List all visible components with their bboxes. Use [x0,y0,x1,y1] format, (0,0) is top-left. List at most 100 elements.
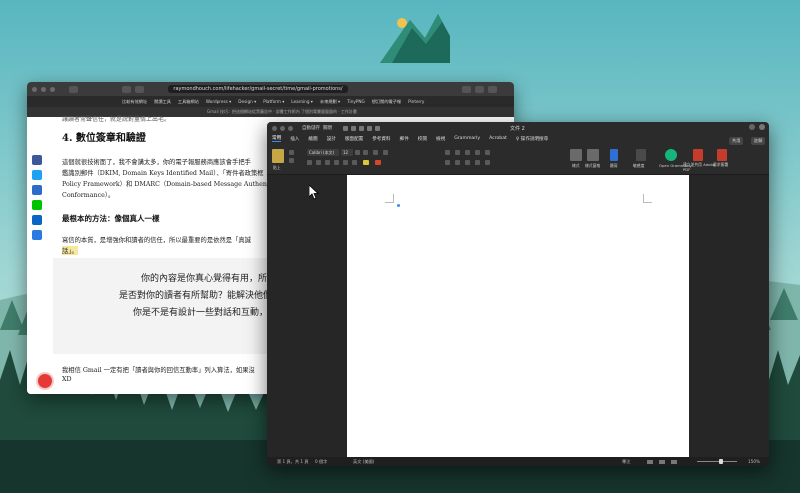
tab-insert[interactable]: 插入 [290,136,299,142]
undo-icon[interactable] [367,125,372,131]
web-layout-icon[interactable] [671,460,677,464]
close-dot[interactable] [32,86,37,92]
email-share-icon[interactable] [32,185,42,195]
sensitivity-icon[interactable] [636,149,646,161]
new-tab-button[interactable] [475,85,484,93]
subscript-icon[interactable] [343,160,348,165]
bookmark-item[interactable]: 未來規劃 ▾ [320,99,340,105]
numbering-icon[interactable] [455,150,460,155]
zoom-level[interactable]: 150% [748,457,760,466]
home-icon[interactable] [343,125,348,131]
tab-references[interactable]: 參考資料 [372,136,390,142]
bookmark-item[interactable]: 比較有效網址 [122,99,147,105]
tab-grammarly[interactable]: Grammarly [454,136,480,141]
grow-font-icon[interactable] [355,150,360,155]
close-dot[interactable] [272,125,277,131]
styles-icon[interactable] [570,149,582,161]
highlight-icon[interactable] [363,160,369,165]
article-text: XD [62,376,72,383]
underline-icon[interactable] [325,160,330,165]
comments-button[interactable]: 註解 [751,137,766,145]
sidebar-button[interactable] [69,85,78,93]
tab-home[interactable]: 常用 [272,135,282,142]
bookmark-item[interactable]: TinyPNG [347,99,365,104]
bookmark-item[interactable]: Design ▾ [238,99,256,104]
minimize-dot[interactable] [280,125,285,131]
print-layout-icon[interactable] [659,460,665,464]
address-bar[interactable]: raymondhouch.com/lifehacker/gmail-secret… [168,85,348,93]
bold-icon[interactable] [307,160,312,165]
bullets-icon[interactable] [445,150,450,155]
line-share-icon[interactable] [32,200,42,210]
read-mode-icon[interactable] [647,460,653,464]
dictate-icon[interactable] [610,149,618,161]
search-icon[interactable] [749,124,755,130]
zoom-dot[interactable] [288,125,293,131]
align-right-icon[interactable] [465,160,470,165]
font-color-icon[interactable] [375,160,381,165]
superscript-icon[interactable] [352,160,357,165]
align-center-icon[interactable] [455,160,460,165]
focus-button[interactable]: 專注 [622,457,630,466]
tab-design[interactable]: 設計 [327,136,336,142]
share-button[interactable]: 共用 [729,137,744,145]
copy-icon[interactable] [289,158,294,163]
bookmark-item[interactable]: Pinterry [408,99,424,104]
paste-icon[interactable] [272,149,284,163]
font-size-select[interactable]: 12 [341,149,353,156]
zoom-slider-thumb[interactable] [719,459,723,464]
tell-me-search[interactable]: ♀ 操作說明搜尋 [516,136,548,142]
document-page[interactable] [347,175,689,457]
justify-icon[interactable] [475,160,480,165]
strikethrough-icon[interactable] [334,160,339,165]
change-case-icon[interactable] [373,150,378,155]
redo-icon[interactable] [375,125,380,131]
bookmark-item[interactable]: 工具箱網站 [178,99,199,105]
language-indicator[interactable]: 英文 (美國) [353,457,374,466]
grammarly-icon[interactable] [665,149,677,161]
notification-bell-button[interactable] [36,372,54,390]
twitter-share-icon[interactable] [32,170,42,180]
tab-layout[interactable]: 版面配置 [345,136,363,142]
linkedin-share-icon[interactable] [32,215,42,225]
tab-review[interactable]: 校閱 [418,136,427,142]
autosave-toggle[interactable]: 關閉 [323,125,332,131]
italic-icon[interactable] [316,160,321,165]
tab-draw[interactable]: 繪圖 [308,136,317,142]
zoom-slider[interactable] [697,461,737,462]
print-icon[interactable] [359,125,364,131]
adobe-pdf-label: 建立並共用 Adobe PDF [683,162,716,172]
forward-button[interactable] [135,85,144,93]
bookmark-item[interactable]: 閱讀工具 [154,99,171,105]
tab-view[interactable]: 檢視 [436,136,445,142]
page-count[interactable]: 第 1 頁，共 1 頁 [277,457,309,466]
facebook-share-icon[interactable] [32,155,42,165]
clear-format-icon[interactable] [383,150,388,155]
more-share-icon[interactable] [32,230,42,240]
adobe-pdf-icon[interactable] [693,149,703,161]
bookmark-item[interactable]: 想訂閱的電子報 [372,99,401,105]
save-icon[interactable] [351,125,356,131]
zoom-dot[interactable] [50,86,55,92]
decrease-indent-icon[interactable] [475,150,480,155]
bookmark-item[interactable]: Wordpress ▾ [206,99,231,104]
tab-mailings[interactable]: 郵件 [400,136,409,142]
multilevel-list-icon[interactable] [465,150,470,155]
back-button[interactable] [122,85,131,93]
word-count[interactable]: 0 個字 [315,457,327,466]
bookmark-item[interactable]: Learning ▾ [291,99,313,104]
align-left-icon[interactable] [445,160,450,165]
tab-acrobat[interactable]: Acrobat [489,136,507,141]
bookmark-item[interactable]: Platform ▾ [263,99,284,104]
shrink-font-icon[interactable] [363,150,368,155]
cut-icon[interactable] [289,150,294,155]
increase-indent-icon[interactable] [485,150,490,155]
minimize-dot[interactable] [41,86,46,92]
account-icon[interactable] [759,124,765,130]
tabs-overview-button[interactable] [488,85,497,93]
share-button[interactable] [462,85,471,93]
line-spacing-icon[interactable] [485,160,490,165]
styles-pane-icon[interactable] [587,149,599,161]
font-name-select[interactable]: Calibri (本文) [307,149,339,156]
request-sign-icon[interactable] [717,149,727,161]
